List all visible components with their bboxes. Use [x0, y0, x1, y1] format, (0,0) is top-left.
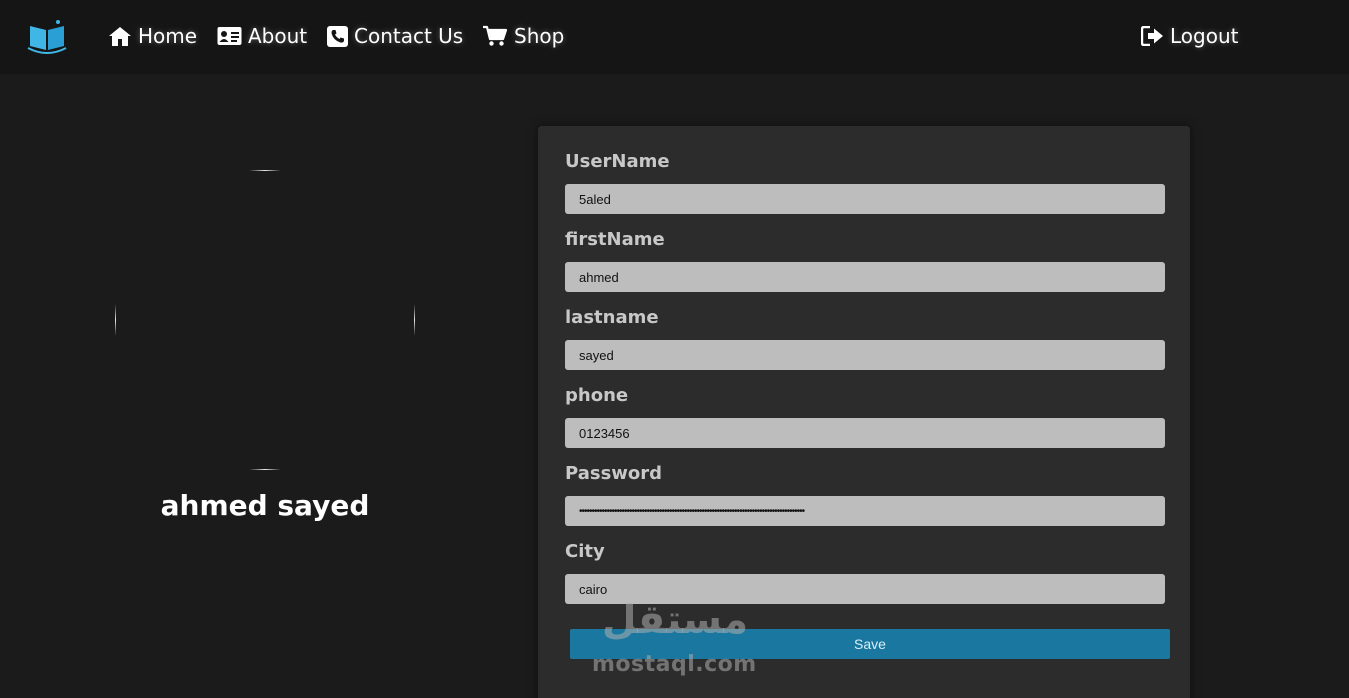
- cart-icon: [483, 25, 508, 46]
- navbar: Home About Contact Us Shop Logout: [0, 0, 1349, 74]
- nav-logout-label: Logout: [1170, 24, 1239, 48]
- nav-logout-link[interactable]: Logout: [1141, 21, 1238, 51]
- save-button[interactable]: Save: [570, 629, 1170, 659]
- nav-about-label: About: [248, 24, 308, 48]
- password-input[interactable]: [565, 496, 1165, 526]
- profile-form: UserName firstName lastname phone Passwo…: [538, 126, 1190, 698]
- nav-shop-label: Shop: [514, 24, 565, 48]
- phone-input[interactable]: [565, 418, 1165, 448]
- phone-label: phone: [565, 385, 629, 406]
- firstname-label: firstName: [565, 229, 665, 250]
- avatar-edge-right: [414, 304, 415, 336]
- sign-out-icon: [1141, 26, 1163, 46]
- avatar-edge-top: [249, 170, 281, 171]
- lastname-label: lastname: [565, 307, 659, 328]
- username-label: UserName: [565, 151, 670, 172]
- nav-home-link[interactable]: Home: [108, 21, 197, 51]
- lastname-input[interactable]: [565, 340, 1165, 370]
- username-input[interactable]: [565, 184, 1165, 214]
- city-label: City: [565, 541, 605, 562]
- avatar: [115, 170, 415, 470]
- avatar-edge-bottom: [249, 469, 281, 470]
- password-label: Password: [565, 463, 663, 484]
- firstname-input[interactable]: [565, 262, 1165, 292]
- home-icon: [109, 27, 131, 46]
- nav-shop-link[interactable]: Shop: [482, 21, 564, 51]
- profile-name: ahmed sayed: [160, 489, 370, 522]
- phone-icon: [327, 25, 348, 47]
- open-book-icon[interactable]: [26, 18, 68, 54]
- id-card-icon: [217, 27, 242, 45]
- city-input[interactable]: [565, 574, 1165, 604]
- nav-contact-link[interactable]: Contact Us: [327, 21, 463, 51]
- avatar-edge-left: [115, 304, 116, 336]
- nav-about-link[interactable]: About: [217, 21, 307, 51]
- nav-home-label: Home: [138, 24, 198, 48]
- nav-contact-label: Contact Us: [354, 24, 464, 48]
